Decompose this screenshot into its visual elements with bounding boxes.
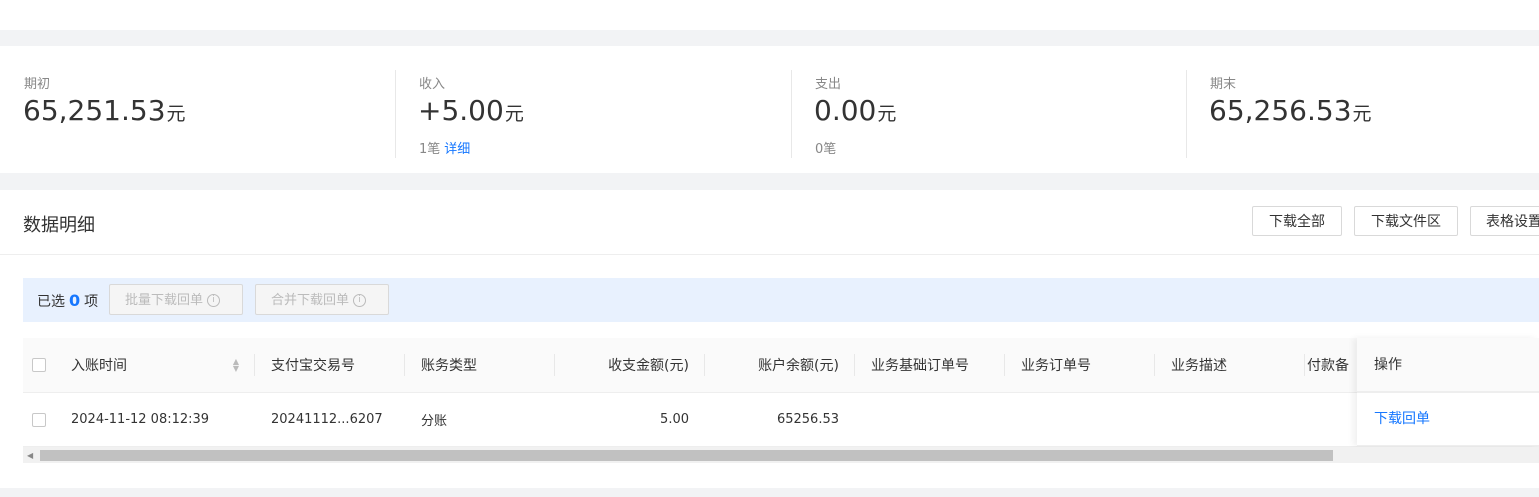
info-icon: i	[207, 294, 221, 307]
col-type-label: 账务类型	[421, 358, 477, 374]
amount-unit: 元	[877, 103, 897, 125]
divider	[395, 70, 396, 158]
col-remark: 付款备	[1305, 338, 1357, 392]
col-amount: 收支金额(元)	[555, 338, 705, 392]
expense-count: 0笔	[815, 142, 837, 157]
amount-unit: 元	[504, 103, 524, 125]
summary-panel: 期初 65,251.53元 收入 +5.00元 1笔 详细 支出 0.00元 0笔…	[0, 46, 1539, 173]
stat-sub: 0笔	[815, 138, 836, 157]
download-all-button[interactable]: 下载全部	[1252, 206, 1342, 236]
income-detail-link[interactable]: 详细	[444, 142, 470, 157]
top-notice-strip	[0, 0, 1539, 30]
cell-time: 2024-11-12 08:12:39	[71, 412, 210, 427]
col-trade-no-label: 支付宝交易号	[271, 358, 355, 374]
col-time-label: 入账时间	[71, 358, 127, 374]
batch-download-label: 批量下载回单	[125, 293, 204, 308]
stat-label: 期初	[24, 77, 51, 92]
col-time[interactable]: 入账时间 ▲ ▼	[55, 338, 255, 392]
amount-value: 0.00	[814, 94, 877, 127]
stat-income: 收入 +5.00元 1笔 详细	[395, 46, 790, 173]
col-base-order-label: 业务基础订单号	[871, 358, 969, 374]
table-header: 入账时间 ▲ ▼ 支付宝交易号 账务类型 收支金额(元) 账户余额(元) 业务基础订…	[23, 338, 1539, 393]
row-select-cell	[23, 393, 55, 446]
cell-balance: 65256.53	[776, 412, 839, 427]
income-count: 1笔	[419, 142, 441, 157]
stat-label: 期末	[1210, 77, 1237, 92]
batch-download-button[interactable]: 批量下载回单 i	[109, 284, 243, 315]
col-balance: 账户余额(元)	[705, 338, 855, 392]
stat-amount: 65,251.53元	[23, 94, 186, 127]
selection-status: 已选 0 项	[37, 291, 98, 311]
cell-type: 分账	[421, 414, 448, 429]
col-order-label: 业务订单号	[1021, 358, 1091, 374]
selection-count: 0	[69, 291, 81, 310]
selection-suffix: 项	[84, 294, 99, 310]
selection-bar: 已选 0 项 批量下载回单 i 合并下载回单 i	[23, 278, 1539, 322]
cell-trade-no: 20241112...6207	[271, 412, 383, 427]
col-type: 账务类型	[405, 338, 555, 392]
selection-prefix: 已选	[37, 294, 65, 310]
cell-base-order	[855, 393, 1005, 446]
amount-unit: 元	[166, 103, 186, 125]
select-all-cell	[23, 338, 55, 392]
stat-expense: 支出 0.00元 0笔	[791, 46, 1186, 173]
stat-opening: 期初 65,251.53元	[0, 46, 395, 173]
divider	[0, 254, 1539, 255]
col-balance-label: 账户余额(元)	[758, 358, 839, 374]
col-desc: 业务描述	[1155, 338, 1305, 392]
stat-label: 收入	[419, 77, 446, 92]
stat-amount: 65,256.53元	[1209, 94, 1372, 127]
col-desc-label: 业务描述	[1171, 358, 1227, 374]
info-icon: i	[353, 294, 367, 307]
data-table: 入账时间 ▲ ▼ 支付宝交易号 账务类型 收支金额(元) 账户余额(元) 业务基础订…	[23, 338, 1539, 463]
details-title: 数据明细	[23, 215, 95, 236]
col-ops: 操作	[1357, 338, 1539, 392]
cell-amount: 5.00	[660, 412, 689, 427]
col-base-order: 业务基础订单号	[855, 338, 1005, 392]
stat-sub: 1笔 详细	[419, 138, 470, 157]
col-trade-no: 支付宝交易号	[255, 338, 405, 392]
stat-closing: 期末 65,256.53元	[1186, 46, 1539, 173]
amount-value: 65,256.53	[1209, 94, 1352, 127]
merge-download-label: 合并下载回单	[271, 293, 350, 308]
row-checkbox[interactable]	[32, 412, 46, 427]
stat-amount: +5.00元	[418, 94, 524, 127]
divider	[1186, 70, 1187, 158]
scrollbar-thumb[interactable]	[40, 450, 1333, 461]
col-remark-label: 付款备	[1307, 358, 1349, 374]
col-order: 业务订单号	[1005, 338, 1155, 392]
divider	[791, 70, 792, 158]
sort-icon[interactable]: ▲ ▼	[233, 358, 239, 373]
horizontal-scrollbar[interactable]: ◀	[23, 447, 1539, 463]
amount-value: +5.00	[418, 94, 504, 127]
cell-remark	[1305, 393, 1357, 446]
cell-order	[1005, 393, 1155, 446]
table-settings-button[interactable]: 表格设置	[1470, 206, 1539, 236]
stat-label: 支出	[815, 77, 842, 92]
download-receipt-link[interactable]: 下载回单	[1357, 393, 1539, 446]
scroll-left-icon[interactable]: ◀	[27, 451, 33, 460]
stat-amount: 0.00元	[814, 94, 896, 127]
table-row: 2024-11-12 08:12:39 20241112...6207 分账 5…	[23, 393, 1539, 447]
amount-value: 65,251.53	[23, 94, 166, 127]
ops-column: 操作 下载回单	[1357, 338, 1539, 446]
select-all-checkbox[interactable]	[32, 358, 46, 372]
col-amount-label: 收支金额(元)	[608, 358, 689, 374]
download-files-button[interactable]: 下载文件区	[1354, 206, 1458, 236]
cell-desc	[1155, 393, 1305, 446]
amount-unit: 元	[1352, 103, 1372, 125]
details-panel: 数据明细 下载全部 下载文件区 表格设置 已选 0 项 批量下载回单 i 合并下载回单…	[0, 190, 1539, 488]
merge-download-button[interactable]: 合并下载回单 i	[255, 284, 389, 315]
